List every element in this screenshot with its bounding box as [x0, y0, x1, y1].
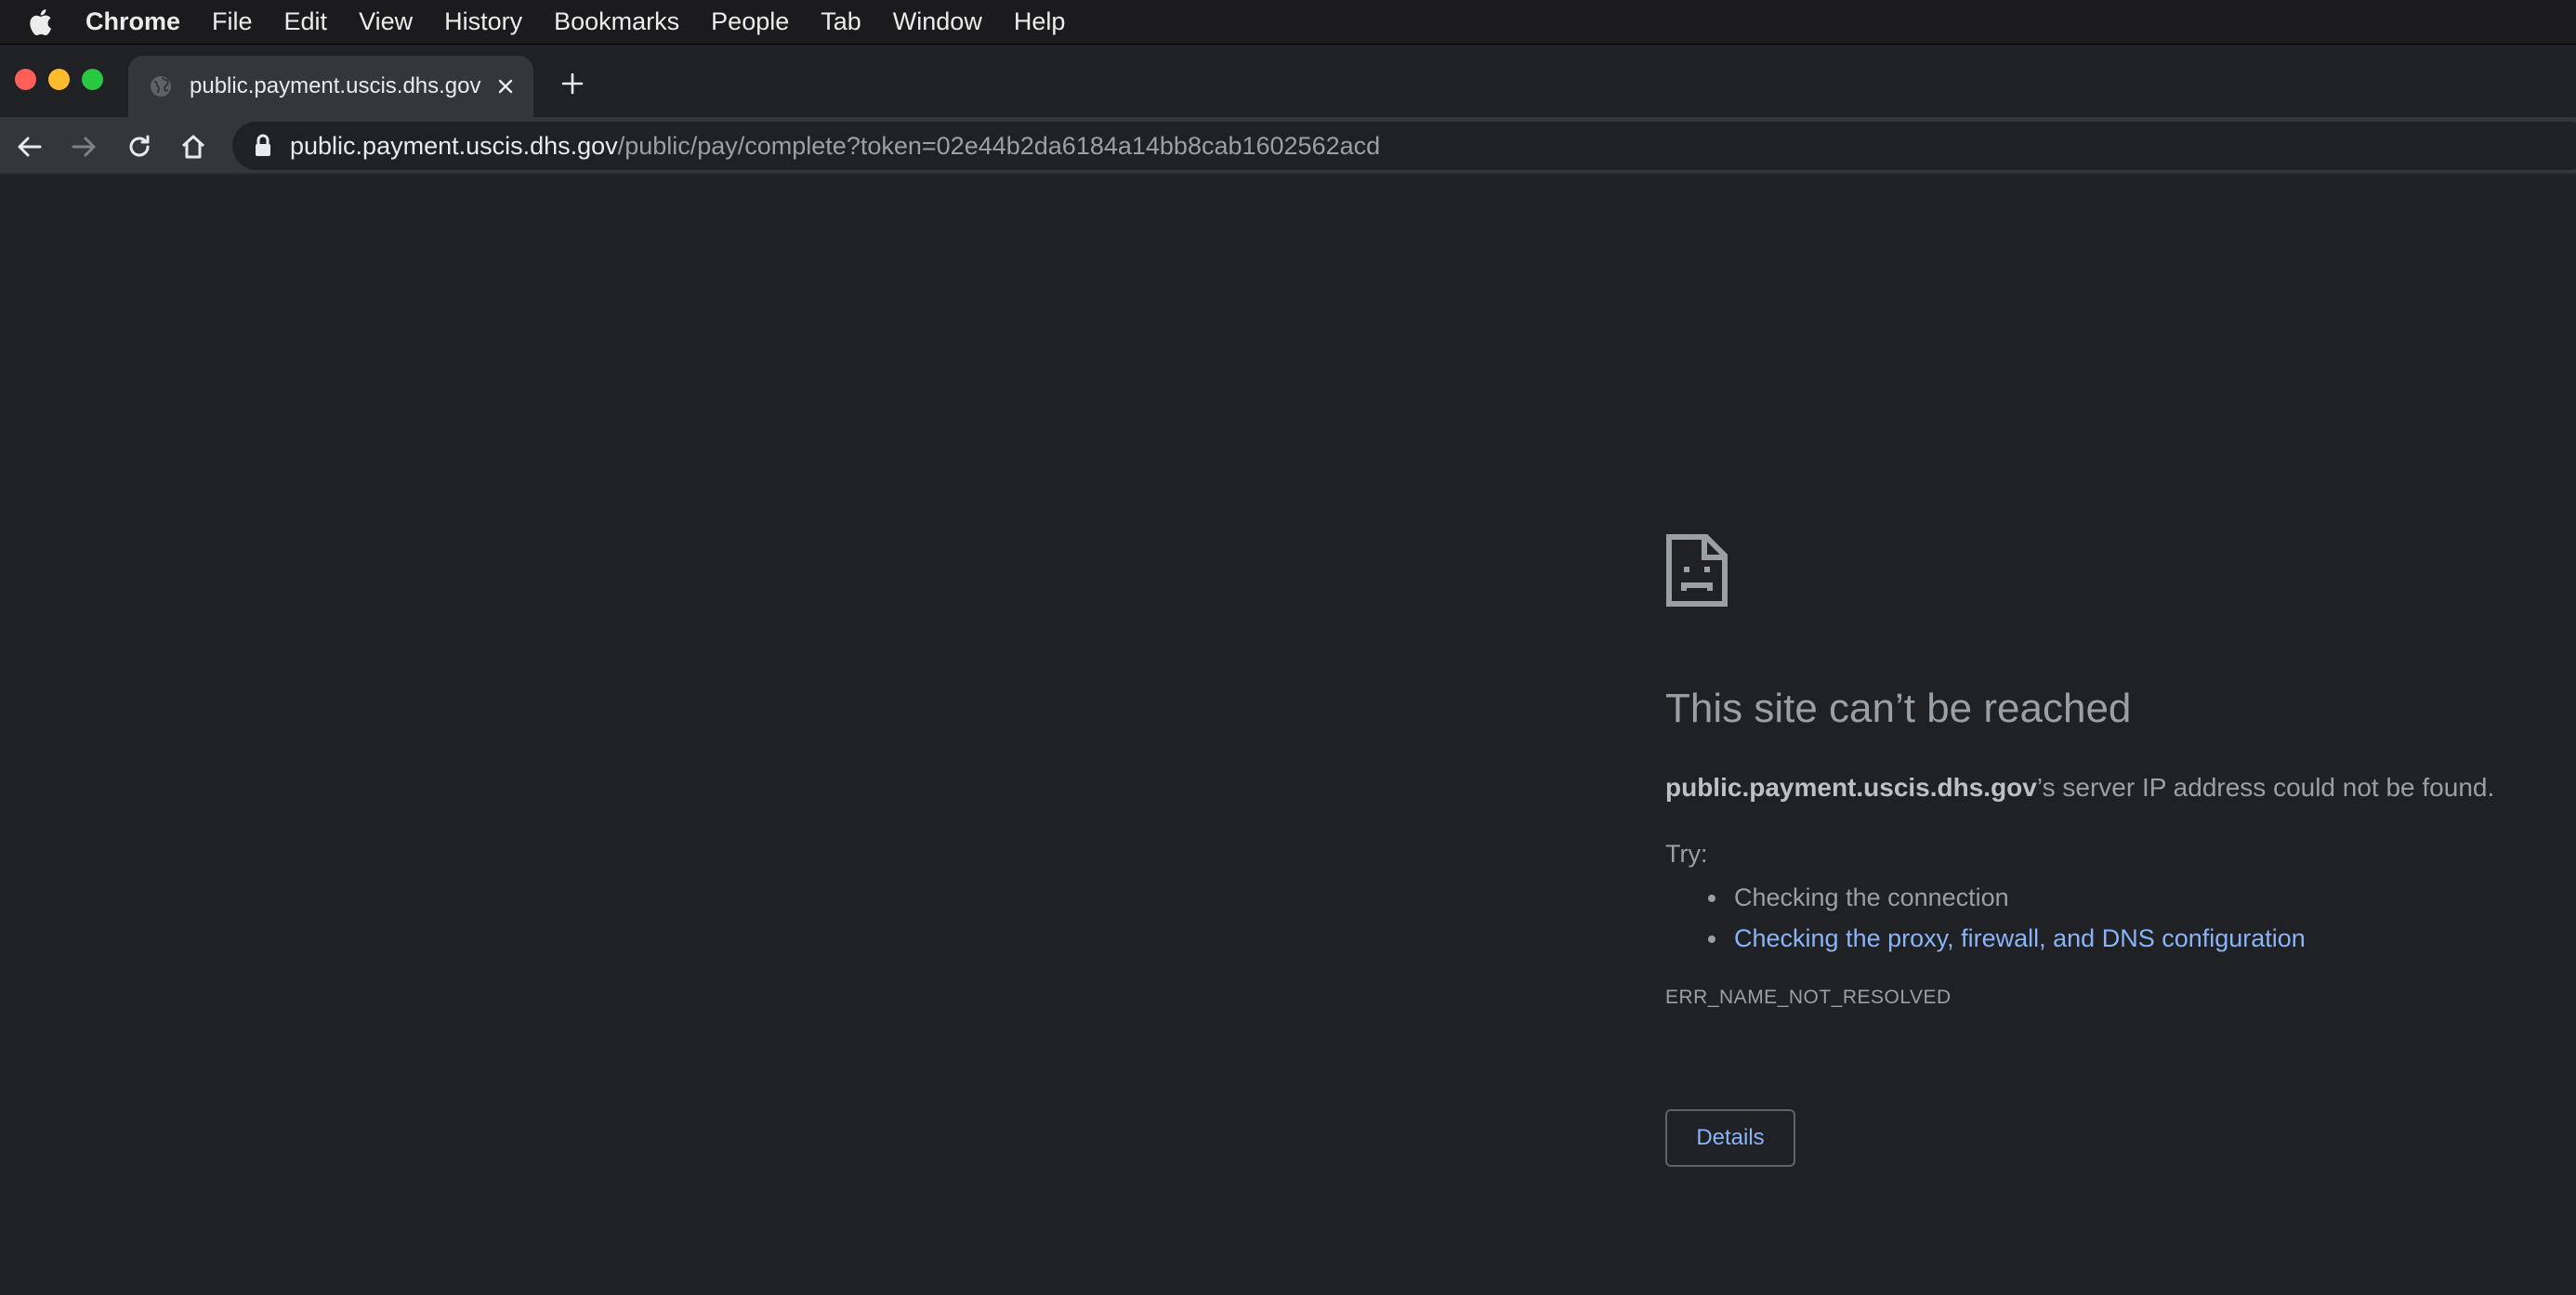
home-icon[interactable] [177, 130, 210, 164]
url-host: public.payment.uscis.dhs.gov [290, 131, 618, 160]
browser-tab-active[interactable]: public.payment.uscis.dhs.gov [128, 56, 533, 117]
suggestion-check-proxy-link[interactable]: Checking the proxy, firewall, and DNS co… [1708, 918, 2306, 959]
reload-icon[interactable] [123, 130, 156, 164]
window-zoom-button[interactable] [82, 69, 103, 90]
menu-file[interactable]: File [212, 7, 253, 36]
error-description: public.payment.uscis.dhs.gov’s server IP… [1665, 773, 2494, 803]
address-bar[interactable]: public.payment.uscis.dhs.gov/public/pay/… [232, 122, 2576, 170]
macos-menubar: Chrome File Edit View History Bookmarks … [0, 0, 2576, 45]
back-arrow-icon[interactable] [13, 130, 46, 164]
tab-title: public.payment.uscis.dhs.gov [190, 73, 481, 98]
menu-window[interactable]: Window [893, 7, 982, 36]
new-tab-plus-icon[interactable] [556, 67, 589, 100]
details-button[interactable]: Details [1665, 1109, 1795, 1167]
menu-bookmarks[interactable]: Bookmarks [554, 7, 679, 36]
window-minimize-button[interactable] [48, 69, 70, 90]
try-label: Try: [1665, 840, 1708, 868]
url-path: /public/pay/complete?token=02e44b2da6184… [617, 131, 1381, 160]
menu-people[interactable]: People [711, 7, 789, 36]
error-description-text: ’s server IP address could not be found. [2036, 773, 2495, 802]
menu-help[interactable]: Help [1014, 7, 1066, 36]
forward-arrow-icon[interactable] [67, 130, 100, 164]
error-title: This site can’t be reached [1665, 686, 2132, 731]
tab-close-icon[interactable] [491, 72, 520, 101]
apple-logo-icon[interactable] [26, 8, 54, 36]
suggestion-check-connection: Checking the connection [1708, 877, 2306, 918]
error-code: ERR_NAME_NOT_RESOLVED [1665, 987, 1952, 1008]
address-url[interactable]: public.payment.uscis.dhs.gov/public/pay/… [290, 132, 1380, 161]
tab-strip: public.payment.uscis.dhs.gov [0, 45, 2576, 117]
menu-view[interactable]: View [359, 7, 413, 36]
menu-tab[interactable]: Tab [821, 7, 861, 36]
menu-app-chrome[interactable]: Chrome [85, 7, 180, 36]
page-content: This site can’t be reached public.paymen… [0, 175, 2576, 1295]
suggestion-list: Checking the connection Checking the pro… [1708, 877, 2306, 959]
menu-edit[interactable]: Edit [284, 7, 328, 36]
window-close-button[interactable] [15, 69, 36, 90]
globe-icon [149, 74, 173, 98]
lock-icon[interactable] [253, 134, 273, 158]
menu-history[interactable]: History [444, 7, 522, 36]
error-host: public.payment.uscis.dhs.gov [1665, 773, 2037, 802]
sad-document-icon [1665, 533, 1728, 608]
browser-toolbar: public.payment.uscis.dhs.gov/public/pay/… [0, 117, 2576, 175]
